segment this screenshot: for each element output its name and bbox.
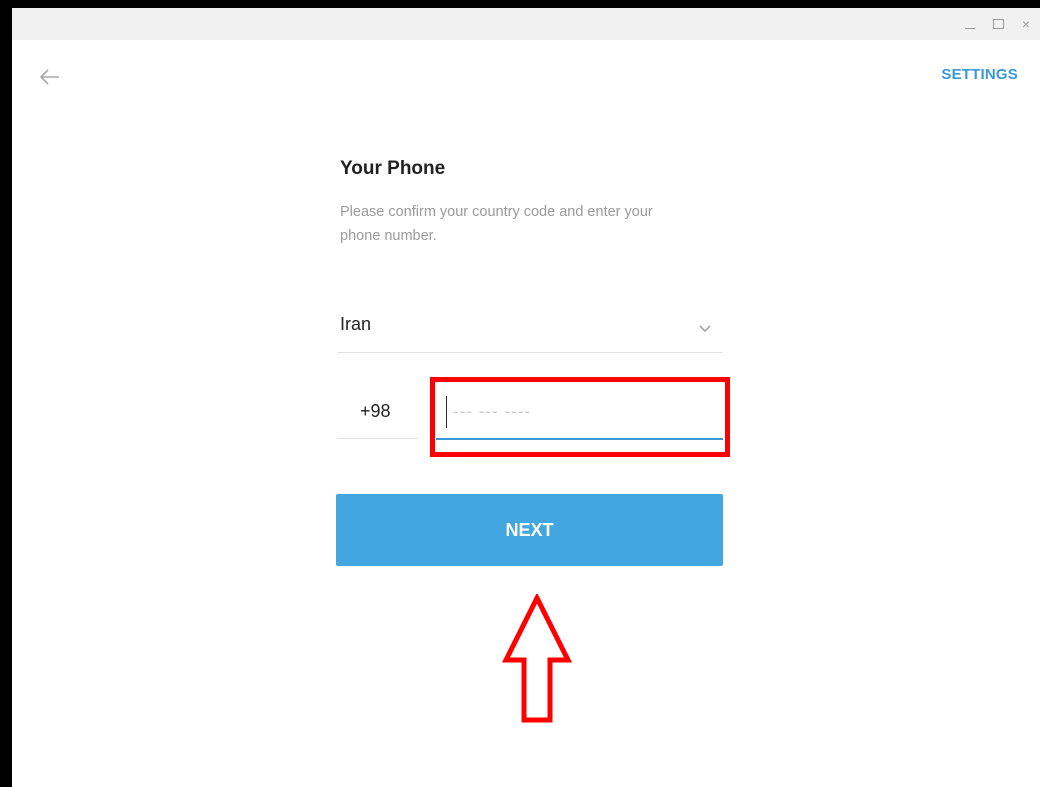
screenshot-frame: × SETTINGS Your Phone Please confirm you…	[0, 0, 1040, 787]
country-select[interactable]: Iran	[337, 306, 723, 353]
annotation-highlight-box	[430, 377, 730, 457]
arrow-left-icon	[39, 69, 59, 85]
country-selected-value: Iran	[340, 314, 372, 334]
minimize-button[interactable]	[956, 8, 984, 40]
chevron-down-icon	[699, 325, 711, 333]
page-description: Please confirm your country code and ent…	[340, 204, 653, 244]
maximize-button[interactable]	[984, 8, 1012, 40]
title-bar: ×	[12, 8, 1040, 40]
window-controls: ×	[956, 8, 1040, 40]
maximize-icon	[992, 19, 1004, 29]
next-button[interactable]: NEXT	[336, 494, 723, 566]
country-code-field[interactable]: +98	[337, 388, 418, 439]
app-window: × SETTINGS Your Phone Please confirm you…	[12, 8, 1040, 787]
page-title: Your Phone	[340, 158, 446, 179]
back-button[interactable]	[37, 64, 63, 90]
close-icon: ×	[1021, 16, 1031, 32]
settings-link[interactable]: SETTINGS	[941, 66, 1018, 83]
minimize-icon	[965, 27, 975, 29]
arrow-up-outline-icon	[502, 594, 572, 723]
country-code-value: +98	[360, 401, 391, 421]
close-button[interactable]: ×	[1012, 8, 1040, 40]
